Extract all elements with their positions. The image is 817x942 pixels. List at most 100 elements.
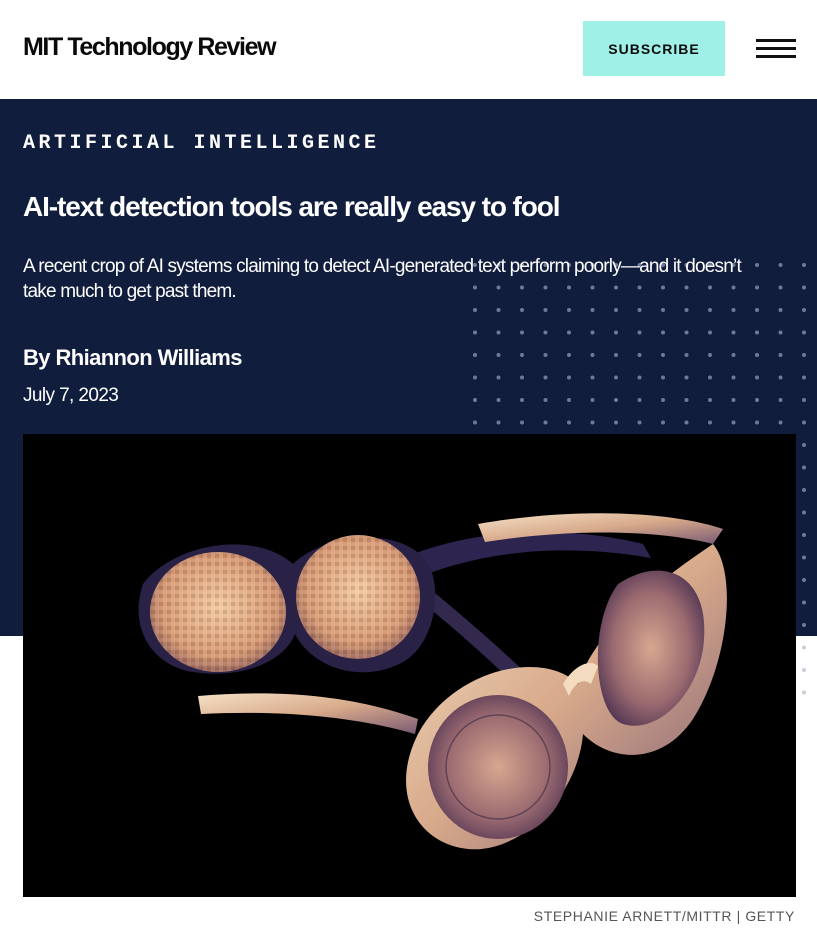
- pattern-dot: [802, 533, 806, 537]
- pattern-dot: [543, 330, 548, 335]
- pattern-dot: [520, 330, 524, 335]
- pattern-dot: [708, 330, 712, 335]
- sunglasses-illustration: [138, 513, 727, 850]
- pattern-dot: [802, 510, 806, 515]
- pattern-dot: [496, 375, 501, 380]
- article-dek: A recent crop of AI systems claiming to …: [23, 256, 742, 302]
- pattern-dot: [637, 375, 642, 380]
- pattern-dot: [802, 398, 806, 402]
- pattern-dot: [473, 398, 477, 402]
- pattern-dot: [684, 398, 689, 402]
- pattern-dot: [802, 443, 806, 447]
- pattern-dot: [637, 308, 642, 312]
- pattern-dot: [614, 420, 618, 425]
- pattern-dot: [755, 308, 759, 312]
- pattern-dot: [731, 353, 736, 357]
- pattern-dot: [802, 375, 806, 380]
- pattern-dot: [543, 353, 548, 357]
- pattern-dot: [802, 623, 806, 627]
- article-headline: AI-text detection tools are really easy …: [23, 191, 561, 222]
- pattern-dot: [684, 420, 689, 425]
- pattern-dot: [802, 420, 806, 425]
- pattern-dot: [755, 398, 759, 402]
- pattern-dot: [473, 353, 477, 357]
- pattern-dot: [802, 600, 806, 605]
- pattern-dot: [802, 353, 806, 357]
- pattern-dot: [473, 375, 477, 380]
- pattern-dot: [731, 375, 736, 380]
- pattern-dot: [684, 308, 689, 312]
- pattern-dot: [802, 488, 806, 492]
- pattern-dot: [661, 330, 665, 335]
- pattern-dot: [661, 308, 665, 312]
- pattern-dot: [520, 308, 524, 312]
- pattern-dot: [661, 353, 665, 357]
- pattern-dot: [755, 420, 759, 425]
- pattern-dot: [520, 398, 524, 402]
- pattern-dot: [614, 398, 618, 402]
- pattern-dot: [567, 330, 571, 335]
- pattern-dot: [614, 375, 618, 380]
- pattern-dot: [614, 308, 618, 312]
- article-byline: By Rhiannon Williams: [23, 343, 242, 373]
- pattern-dot: [567, 420, 571, 425]
- pattern-dot: [684, 330, 689, 335]
- pattern-dot: [637, 353, 642, 357]
- pattern-dot: [637, 330, 642, 335]
- article-category[interactable]: ARTIFICIAL INTELLIGENCE: [23, 131, 380, 157]
- pattern-dot: [496, 398, 501, 402]
- pattern-dot: [496, 308, 501, 312]
- pattern-dot: [778, 285, 783, 290]
- pattern-dot: [802, 690, 806, 695]
- pattern-dot: [778, 353, 783, 357]
- pattern-dot: [778, 375, 783, 380]
- pattern-dot: [567, 308, 571, 312]
- hamburger-menu-icon[interactable]: [756, 39, 796, 59]
- pattern-dot: [731, 308, 736, 312]
- pattern-dot: [473, 420, 477, 425]
- pattern-dot: [684, 375, 689, 380]
- pattern-dot: [614, 330, 618, 335]
- pattern-dot: [520, 353, 524, 357]
- pattern-dot: [590, 398, 595, 402]
- pattern-dot: [731, 330, 736, 335]
- subscribe-button[interactable]: SUBSCRIBE: [583, 21, 725, 76]
- pattern-dot: [755, 375, 759, 380]
- site-header: MIT Technology Review SUBSCRIBE: [0, 0, 817, 99]
- pattern-dot: [590, 420, 595, 425]
- pattern-dot: [708, 398, 712, 402]
- pattern-dot: [802, 555, 806, 560]
- pattern-dot: [778, 330, 783, 335]
- pattern-dot: [802, 578, 806, 582]
- pattern-dot: [567, 353, 571, 357]
- article-hero-image: [23, 434, 796, 897]
- author-link[interactable]: Rhiannon Williams: [55, 345, 242, 370]
- pattern-dot: [496, 330, 501, 335]
- pattern-dot: [802, 465, 806, 470]
- pattern-dot: [496, 353, 501, 357]
- pattern-dot: [543, 308, 548, 312]
- pattern-dot: [637, 398, 642, 402]
- pattern-dot: [637, 420, 642, 425]
- pattern-dot: [802, 668, 806, 672]
- site-logo[interactable]: MIT Technology Review: [23, 31, 277, 63]
- pattern-dot: [543, 420, 548, 425]
- byline-prefix: By: [23, 345, 56, 370]
- pattern-dot: [661, 420, 665, 425]
- pattern-dot: [708, 420, 712, 425]
- pattern-dot: [567, 398, 571, 402]
- pattern-dot: [778, 420, 783, 425]
- pattern-dot: [473, 330, 477, 335]
- pattern-dot: [708, 308, 712, 312]
- pattern-dot: [543, 398, 548, 402]
- pattern-dot: [755, 330, 759, 335]
- pattern-dot: [590, 353, 595, 357]
- pattern-dot: [543, 375, 548, 380]
- pattern-dot: [802, 285, 806, 290]
- pattern-dot: [708, 375, 712, 380]
- article-date: July 7, 2023: [23, 385, 119, 406]
- pattern-dot: [778, 263, 783, 267]
- pattern-dot: [708, 353, 712, 357]
- pattern-dot: [755, 353, 759, 357]
- image-credit: STEPHANIE ARNETT/MITTR | GETTY: [533, 908, 795, 924]
